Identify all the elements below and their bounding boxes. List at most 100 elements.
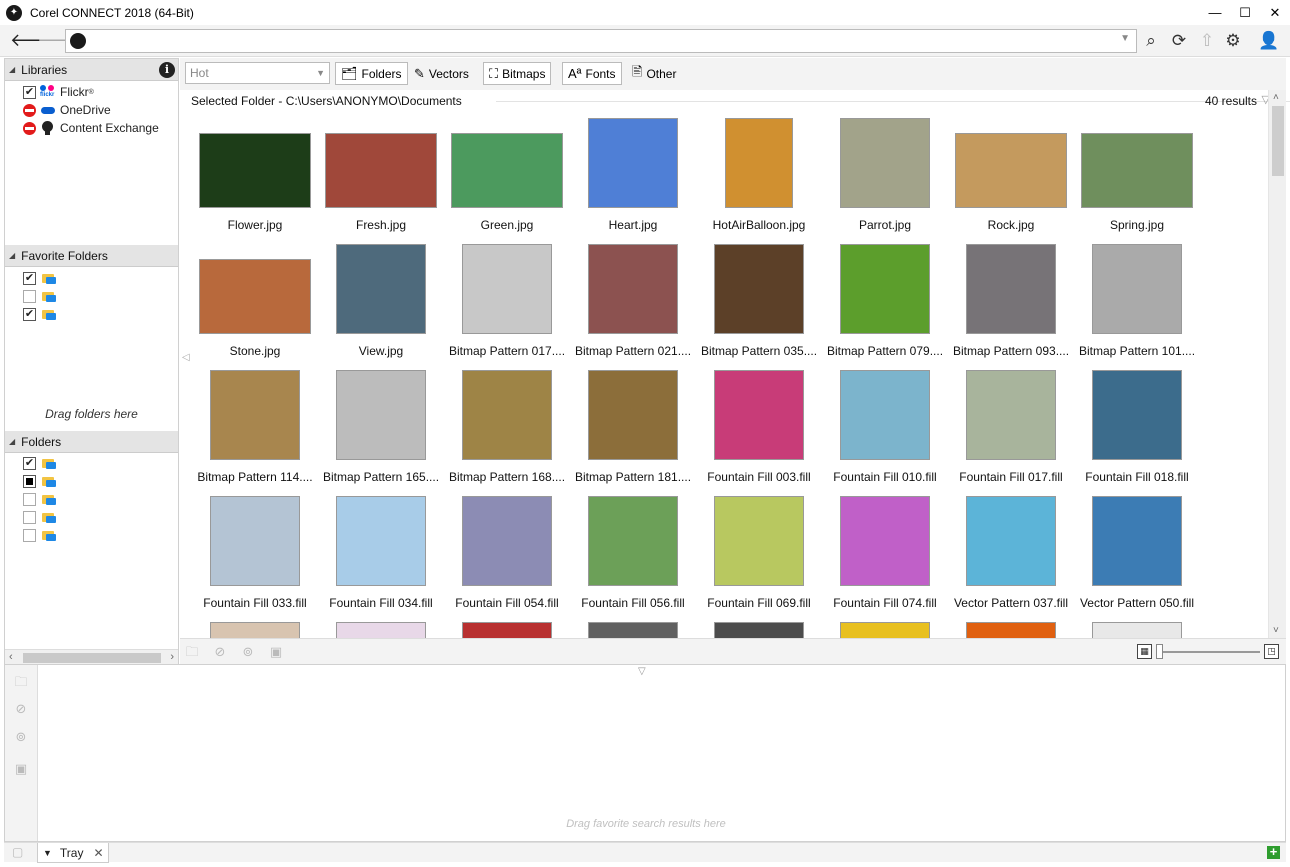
thumbnail-item[interactable]: Bitmap Pattern 021.... [570, 244, 696, 370]
thumbnail-item[interactable]: HotAirBalloon.jpg [696, 118, 822, 244]
thumbnail-item[interactable]: Fountain Fill 069.fill [696, 496, 822, 622]
thumbnail-item[interactable]: Fountain Fill 074.fill [822, 496, 948, 622]
search-button[interactable]: ⌕ [1140, 30, 1162, 52]
scrollbar-thumb[interactable] [1272, 106, 1284, 176]
folder-checkbox[interactable]: ✔ [23, 271, 36, 285]
chevron-down-icon[interactable]: ▼ [1120, 33, 1130, 44]
folder-tree-item[interactable]: ✔ [23, 454, 56, 472]
thumbnail-item[interactable]: Vector Pattern 050.fill [1074, 496, 1200, 622]
thumbnail-item[interactable]: Fountain Fill 034.fill [318, 496, 444, 622]
folder-tree-item[interactable] [23, 526, 56, 544]
vectors-filter-button[interactable]: ✎ Vectors [408, 62, 475, 85]
folder-checkbox[interactable] [23, 510, 36, 524]
info-icon[interactable]: i [159, 62, 175, 78]
libraries-header[interactable]: ◢ Libraries i [5, 59, 178, 81]
scrollbar-thumb[interactable] [23, 653, 161, 663]
thumbnail-item[interactable]: Fountain Fill 003.fill [696, 370, 822, 496]
thumbnail-item[interactable]: Spring.jpg [1074, 118, 1200, 244]
thumbnail-item[interactable]: Bitmap Pattern 181.... [570, 370, 696, 496]
zoom-slider[interactable] [1160, 651, 1260, 653]
thumbnail-item[interactable]: Heart.jpg [570, 118, 696, 244]
address-field[interactable]: ▼ [65, 29, 1137, 53]
bitmaps-filter-button[interactable]: ⛶ Bitmaps [483, 62, 552, 85]
folder-tree-item[interactable] [23, 472, 56, 490]
scroll-right-icon[interactable]: › [170, 651, 174, 663]
folder-checkbox[interactable] [23, 528, 36, 542]
thumbnail-item[interactable]: Fountain Fill 017.fill [948, 370, 1074, 496]
thumbnail-item[interactable]: Fountain Fill 010.fill [822, 370, 948, 496]
thumbnail-item[interactable]: Bitmap Pattern 101.... [1074, 244, 1200, 370]
favorite-folders-header[interactable]: ◢ Favorite Folders [5, 245, 178, 267]
flickr-checkbox[interactable]: ✔ [23, 85, 36, 99]
thumbnail-item[interactable]: Fountain Fill 033.fill [192, 496, 318, 622]
folder-checkbox[interactable]: ✔ [23, 456, 36, 470]
chevron-down-icon[interactable]: ▼ [43, 848, 52, 858]
copy-icon[interactable]: ⊚ [13, 729, 29, 745]
folder-tree-item[interactable] [23, 490, 56, 508]
thumbnail-item[interactable]: Rock.jpg [948, 118, 1074, 244]
thumbnail-item[interactable]: Bitmap Pattern 168.... [444, 370, 570, 496]
folder-checkbox[interactable] [23, 474, 36, 488]
thumbnail-item[interactable]: Vector Pattern 037.fill [948, 496, 1074, 622]
maximize-button[interactable]: ☐ [1230, 0, 1260, 25]
new-tray-icon[interactable]: ▢ [12, 845, 23, 859]
thumbnail-item[interactable]: Fresh.jpg [318, 118, 444, 244]
open-folder-icon[interactable]: 🗀 [13, 673, 29, 689]
back-button[interactable]: 🡐 [10, 31, 58, 51]
library-item-content-exchange[interactable]: Content Exchange [23, 119, 159, 137]
upload-button[interactable]: ⇧ [1196, 30, 1218, 52]
thumbnail-item[interactable]: View.jpg [318, 244, 444, 370]
folders-header[interactable]: ◢ Folders [5, 431, 178, 453]
library-item-onedrive[interactable]: OneDrive [23, 101, 111, 119]
favorite-folder-item[interactable]: ✔ [23, 269, 56, 287]
copy-icon[interactable]: ⊚ [240, 644, 256, 660]
folder-checkbox[interactable]: ✔ [23, 307, 36, 321]
folder-checkbox[interactable] [23, 289, 36, 303]
library-item-flickr[interactable]: ✔ flickr Flickr ® [23, 83, 94, 101]
collapse-left-icon[interactable]: ◁ [182, 352, 190, 363]
thumbnail-item[interactable]: Green.jpg [444, 118, 570, 244]
thumbnail-item[interactable]: Bitmap Pattern 035.... [696, 244, 822, 370]
thumbnail-item[interactable]: Bitmap Pattern 079.... [822, 244, 948, 370]
tray-collapse-icon[interactable]: ▽ [638, 666, 646, 677]
thumbnail-item[interactable]: Flower.jpg [192, 118, 318, 244]
thumbnail-item[interactable]: Fountain Fill 018.fill [1074, 370, 1200, 496]
settings-button[interactable]: ⚙ [1222, 30, 1244, 52]
open-folder-icon[interactable]: 🗀 [184, 644, 200, 660]
favorite-folder-item[interactable] [23, 287, 56, 305]
scroll-left-icon[interactable]: ‹ [9, 651, 13, 663]
thumbnail-item[interactable]: Bitmap Pattern 114.... [192, 370, 318, 496]
thumbnail-item[interactable]: Parrot.jpg [822, 118, 948, 244]
refresh-button[interactable]: ⟳ [1168, 30, 1190, 52]
forward-button[interactable]: 🡒 [37, 31, 85, 51]
folders-filter-button[interactable]: 🗂 Folders [335, 62, 408, 85]
results-scrollbar[interactable]: ˄ ˅ [1268, 90, 1286, 638]
add-tray-button[interactable]: + [1267, 845, 1280, 859]
clipboard-icon[interactable]: ▣ [268, 644, 284, 660]
large-thumbnails-icon[interactable]: ◳ [1264, 644, 1279, 659]
scroll-up-icon[interactable]: ˄ [1273, 92, 1279, 103]
zoom-slider-thumb[interactable] [1156, 644, 1163, 659]
block-icon[interactable]: ⊘ [13, 701, 29, 717]
small-thumbnails-icon[interactable]: ▦ [1137, 644, 1152, 659]
fonts-filter-button[interactable]: Aª Fonts [562, 62, 622, 85]
thumbnail-item[interactable]: Bitmap Pattern 017.... [444, 244, 570, 370]
folder-tree-item[interactable] [23, 508, 56, 526]
folder-checkbox[interactable] [23, 492, 36, 506]
thumbnail-item[interactable]: Fountain Fill 054.fill [444, 496, 570, 622]
thumbnail-item[interactable]: Bitmap Pattern 093.... [948, 244, 1074, 370]
close-icon[interactable]: ✕ [93, 846, 103, 860]
thumbnail-item[interactable]: Fountain Fill 056.fill [570, 496, 696, 622]
thumbnail-item[interactable]: Bitmap Pattern 165.... [318, 370, 444, 496]
scroll-down-icon[interactable]: ˅ [1273, 625, 1279, 636]
other-filter-button[interactable]: 🖹 Other [626, 62, 682, 85]
clipboard-icon[interactable]: ▣ [13, 761, 29, 777]
close-button[interactable]: ✕ [1260, 0, 1290, 25]
thumbnail-item[interactable]: Stone.jpg [192, 244, 318, 370]
left-panel-scrollbar[interactable]: ‹ › [5, 649, 178, 665]
minimize-button[interactable]: — [1200, 0, 1230, 25]
sort-combo[interactable]: Hot ▼ [185, 62, 330, 84]
account-button[interactable]: 👤 [1258, 30, 1280, 52]
block-icon[interactable]: ⊘ [212, 644, 228, 660]
tray-tab[interactable]: ▼ Tray ✕ [37, 843, 109, 863]
